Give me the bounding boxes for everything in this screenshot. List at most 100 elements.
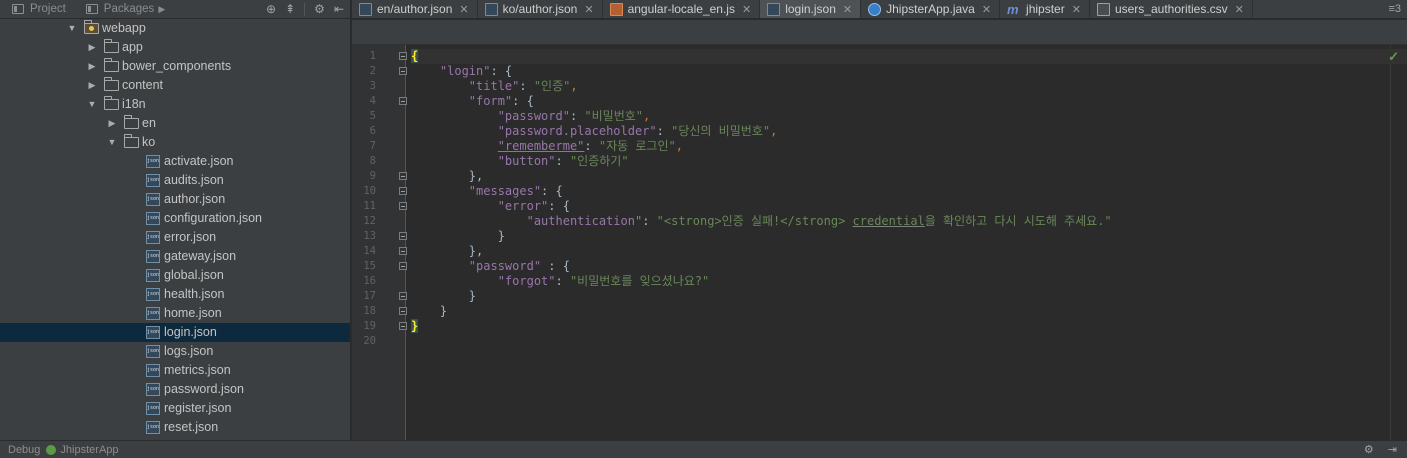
tree-item[interactable]: ▼ i18n	[0, 95, 350, 114]
java-file-icon	[868, 2, 882, 16]
folder-icon	[124, 115, 139, 129]
fold-marker-icon[interactable]	[399, 172, 407, 180]
fold-marker-icon[interactable]	[399, 262, 407, 270]
line-number: 3	[369, 80, 376, 92]
fold-marker-icon[interactable]	[399, 52, 407, 60]
tab-more-arrow-icon[interactable]: ▶	[158, 4, 165, 15]
tree-item[interactable]: json logs.json	[0, 342, 350, 361]
line-number: 4	[369, 95, 376, 107]
editor-tab[interactable]: JhipsterApp.java ✕	[861, 0, 1001, 18]
tree-item[interactable]: json audits.json	[0, 171, 350, 190]
tree-item[interactable]: json configuration.json	[0, 209, 350, 228]
folder-icon	[84, 20, 99, 34]
fold-marker-icon[interactable]	[399, 97, 407, 105]
tree-item-label: bower_components	[122, 59, 232, 73]
tree-item[interactable]: json global.json	[0, 266, 350, 285]
code-token: : {	[548, 199, 570, 213]
fold-marker-icon[interactable]	[399, 202, 407, 210]
fold-marker-icon[interactable]	[399, 232, 407, 240]
fold-marker-icon[interactable]	[399, 322, 407, 330]
editor-tab-label: login.json	[785, 2, 836, 16]
minimize-icon[interactable]: ⇥	[1388, 443, 1397, 456]
tree-item[interactable]: ▶ en	[0, 114, 350, 133]
tree-item[interactable]: json login.json	[0, 323, 350, 342]
close-tab-icon[interactable]: ✕	[584, 3, 593, 16]
fold-marker-icon[interactable]	[399, 247, 407, 255]
settings-gear-icon[interactable]: ⚙	[1364, 443, 1374, 456]
tree-item[interactable]: ▼ ko	[0, 133, 350, 152]
inspection-ok-icon[interactable]: ✓	[1388, 49, 1399, 65]
expanded-arrow-icon[interactable]: ▼	[106, 133, 118, 152]
json-file-icon: json	[146, 231, 160, 244]
gear-icon[interactable]: ⚙	[314, 2, 325, 16]
tree-item-label: content	[122, 78, 164, 92]
fold-marker-icon[interactable]	[399, 292, 407, 300]
collapsed-arrow-icon[interactable]: ▶	[86, 76, 98, 95]
tree-item[interactable]: json reset.json	[0, 418, 350, 437]
editor-tab[interactable]: ko/author.json ✕	[478, 0, 603, 18]
tree-item[interactable]: ▶ content	[0, 76, 350, 95]
tree-item-label: en	[142, 116, 156, 130]
line-number: 9	[369, 170, 376, 182]
code-line: "password": "비밀번호",	[411, 109, 1407, 124]
code-content[interactable]: { "login": { "title": "인증", "form": { "p…	[411, 45, 1407, 440]
editor-tab[interactable]: login.json ✕	[760, 0, 862, 18]
line-number: 13	[363, 230, 376, 242]
debug-label[interactable]: Debug	[8, 444, 40, 456]
code-line: "error": {	[411, 199, 1407, 214]
fold-marker-icon[interactable]	[399, 307, 407, 315]
tree-item[interactable]: json activate.json	[0, 152, 350, 171]
tree-item-label: metrics.json	[164, 363, 231, 377]
fold-marker-icon[interactable]	[399, 67, 407, 75]
collapsed-arrow-icon[interactable]: ▶	[86, 38, 98, 57]
expanded-arrow-icon[interactable]: ▼	[66, 19, 78, 38]
code-line: "forgot": "비밀번호를 잊으셨나요?"	[411, 274, 1407, 289]
tree-item-label: app	[122, 40, 143, 54]
tree-item[interactable]: json author.json	[0, 190, 350, 209]
tree-item[interactable]: json error.json	[0, 228, 350, 247]
tree-item[interactable]: ▼ webapp	[0, 19, 350, 38]
scroll-from-source-icon[interactable]: ⊕	[266, 2, 276, 16]
tree-item[interactable]: ▶ app	[0, 38, 350, 57]
tree-item[interactable]: ▶ bower_components	[0, 57, 350, 76]
tree-item[interactable]: json health.json	[0, 285, 350, 304]
run-config-label[interactable]: JhipsterApp	[60, 444, 118, 456]
fold-marker-icon[interactable]	[399, 187, 407, 195]
debug-bug-icon	[46, 444, 57, 455]
collapsed-arrow-icon[interactable]: ▶	[106, 114, 118, 133]
editor-tab[interactable]: users_authorities.csv ✕	[1090, 0, 1253, 18]
close-tab-icon[interactable]: ✕	[1235, 3, 1244, 16]
editor-tab[interactable]: m jhipster ✕	[1000, 0, 1090, 18]
line-number: 18	[363, 305, 376, 317]
close-tab-icon[interactable]: ✕	[1072, 3, 1081, 16]
code-token: "비밀번호"	[584, 109, 644, 123]
code-token: 을 확인하고 다시 시도해 주세요."	[924, 214, 1112, 228]
editor-tab-label: en/author.json	[377, 2, 453, 16]
code-token: : {	[541, 259, 570, 273]
close-tab-icon[interactable]: ✕	[742, 3, 751, 16]
line-number: 6	[369, 125, 376, 137]
expanded-arrow-icon[interactable]: ▼	[86, 95, 98, 114]
collapsed-arrow-icon[interactable]: ▶	[86, 57, 98, 76]
close-tab-icon[interactable]: ✕	[843, 3, 852, 16]
close-tab-icon[interactable]: ✕	[459, 3, 468, 16]
editor-tab[interactable]: en/author.json ✕	[352, 0, 478, 18]
code-editor[interactable]: 1 2 3 4 5 6 7 8 9 10 11 12 13 14 15 16 17 18 19 20 { "login…	[352, 45, 1407, 440]
packages-tab[interactable]: Packages ▶	[74, 0, 173, 19]
tree-item[interactable]: json register.json	[0, 399, 350, 418]
project-tab[interactable]: Project	[0, 0, 74, 19]
close-tab-icon[interactable]: ✕	[982, 3, 991, 16]
json-file-icon: json	[146, 421, 160, 434]
tabs-overflow[interactable]: ≡3	[1388, 0, 1407, 18]
editor-tab[interactable]: angular-locale_en.js ✕	[603, 0, 761, 18]
tree-item[interactable]: json gateway.json	[0, 247, 350, 266]
code-token: "password"	[497, 109, 570, 123]
collapse-all-icon[interactable]: ⇞	[285, 2, 295, 16]
tree-item[interactable]: json password.json	[0, 380, 350, 399]
tree-item[interactable]: json home.json	[0, 304, 350, 323]
hide-panel-icon[interactable]: ⇤	[334, 2, 344, 16]
tree-item[interactable]: json metrics.json	[0, 361, 350, 380]
status-bar: Debug JhipsterApp ⚙ ⇥	[0, 440, 1407, 458]
